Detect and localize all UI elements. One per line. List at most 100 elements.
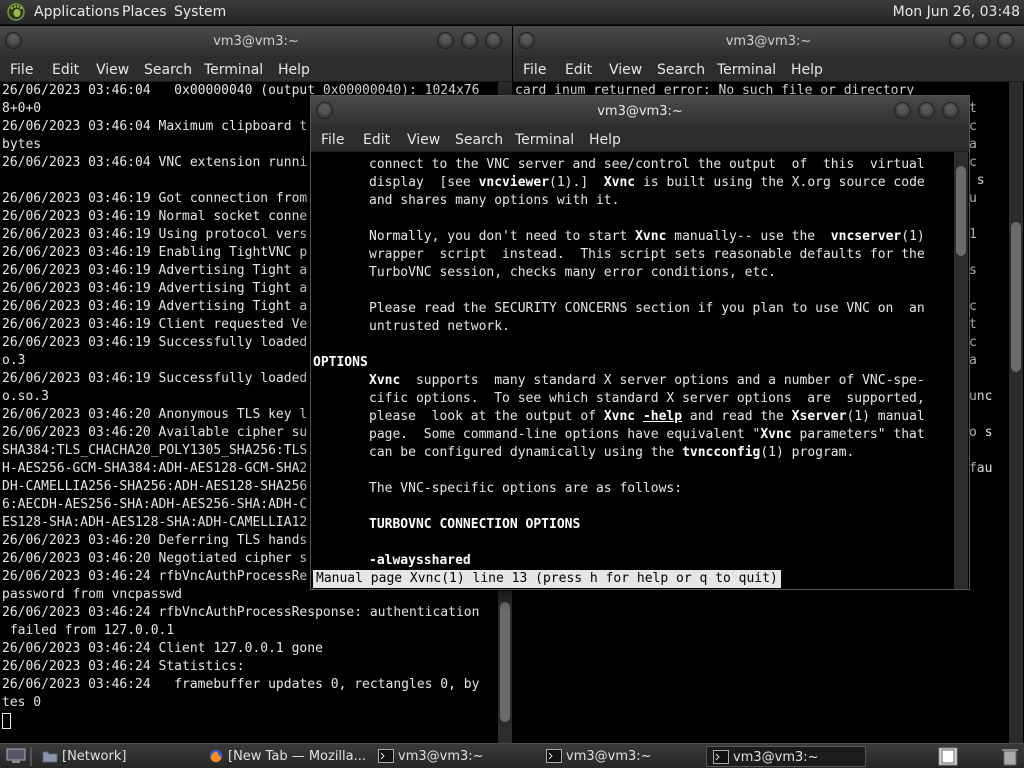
scrollbar[interactable] xyxy=(954,152,968,589)
terminal-line: and shares many options with it. xyxy=(369,193,620,208)
trash-icon[interactable] xyxy=(1000,747,1020,766)
maximize-button[interactable] xyxy=(973,32,990,49)
terminal-line: 26/06/2023 03:46:24 Statistics: xyxy=(2,659,245,674)
terminal-line: Please read the SECURITY CONCERNS sectio… xyxy=(369,301,925,316)
terminal-line: TURBOVNC CONNECTION OPTIONS xyxy=(369,517,581,532)
terminal-icon xyxy=(546,749,562,763)
show-desktop-icon[interactable] xyxy=(6,748,26,764)
taskbar-item-firefox[interactable]: [New Tab — Mozilla... xyxy=(202,746,372,767)
terminal-line: 26/06/2023 03:46:24 Client 127.0.0.1 gon… xyxy=(2,641,323,656)
menu-edit[interactable]: Edit xyxy=(363,132,390,148)
terminal-line: failed from 127.0.0.1 xyxy=(2,623,175,638)
clock[interactable]: Mon Jun 26, 03:48 xyxy=(893,4,1020,20)
scrollbar-thumb[interactable] xyxy=(1011,222,1021,372)
terminal-line: untrusted network. xyxy=(369,319,510,334)
menu-view[interactable]: View xyxy=(407,132,440,148)
taskbar-item-label: [Network] xyxy=(62,749,127,764)
terminal-line: 26/06/2023 03:46:24 rfbVncAuthProcessRes… xyxy=(2,605,480,620)
taskbar-item-terminal-1[interactable]: vm3@vm3:~ xyxy=(372,746,532,767)
terminal-line: please look at the output of Xvnc -help … xyxy=(369,409,925,424)
menu-terminal[interactable]: Terminal xyxy=(204,62,263,78)
man-page-content[interactable]: connect to the VNC server and see/contro… xyxy=(313,156,953,570)
pager-status-line: Manual page Xvnc(1) line 13 (press h for… xyxy=(313,570,781,588)
close-button[interactable] xyxy=(997,32,1014,49)
taskbar-item-terminal-3[interactable]: vm3@vm3:~ xyxy=(706,746,866,767)
terminal-line: TurboVNC session, checks many error cond… xyxy=(369,265,776,280)
menu-file[interactable]: File xyxy=(523,62,546,78)
menu-search[interactable]: Search xyxy=(455,132,503,148)
terminal-line: tes 0 xyxy=(2,695,42,710)
scrollbar[interactable] xyxy=(1009,82,1023,743)
menu-view[interactable]: View xyxy=(96,62,129,78)
menubar: File Edit View Search Terminal Help xyxy=(513,56,1024,82)
applications-menu[interactable]: Applications xyxy=(34,4,120,20)
close-button[interactable] xyxy=(485,32,502,49)
bottom-panel: [Network] [New Tab — Mozilla... vm3@vm3:… xyxy=(0,743,1024,768)
workspace-switcher-icon[interactable] xyxy=(938,747,958,766)
menu-terminal[interactable]: Terminal xyxy=(515,132,574,148)
terminal-line: display [see vncviewer(1).] Xvnc is buil… xyxy=(369,175,925,190)
maximize-button[interactable] xyxy=(918,102,935,119)
menu-help[interactable]: Help xyxy=(791,62,823,78)
minimize-button[interactable] xyxy=(437,32,454,49)
titlebar[interactable]: vm3@vm3:~ xyxy=(0,26,512,56)
menubar: File Edit View Search Terminal Help xyxy=(0,56,512,82)
menu-terminal[interactable]: Terminal xyxy=(717,62,776,78)
gnome-foot-icon[interactable] xyxy=(6,3,26,21)
menu-file[interactable]: File xyxy=(321,132,344,148)
places-menu[interactable]: Places xyxy=(122,4,167,20)
menu-search[interactable]: Search xyxy=(144,62,192,78)
window-title: vm3@vm3:~ xyxy=(725,34,812,49)
terminal-cursor xyxy=(2,713,11,729)
taskbar-item-label: vm3@vm3:~ xyxy=(398,749,484,764)
titlebar[interactable]: vm3@vm3:~ xyxy=(311,96,969,126)
menu-edit[interactable]: Edit xyxy=(565,62,592,78)
terminal-line: wrapper script instead. This script sets… xyxy=(369,247,925,262)
terminal-line: OPTIONS xyxy=(313,355,368,370)
terminal-icon xyxy=(378,749,394,763)
menu-help[interactable]: Help xyxy=(589,132,621,148)
close-button[interactable] xyxy=(942,102,959,119)
terminal-line: 26/06/2023 03:46:24 framebuffer updates … xyxy=(2,677,480,692)
terminal-line: connect to the VNC server and see/contro… xyxy=(369,157,925,172)
terminal-line: cific options. To see which standard X s… xyxy=(369,391,925,406)
minimize-button[interactable] xyxy=(949,32,966,49)
top-panel: Applications Places System Mon Jun 26, 0… xyxy=(0,0,1024,25)
titlebar[interactable]: vm3@vm3:~ xyxy=(513,26,1024,56)
window-title: vm3@vm3:~ xyxy=(597,104,683,119)
menu-edit[interactable]: Edit xyxy=(52,62,79,78)
terminal-line: page. Some command-line options have equ… xyxy=(369,427,925,442)
terminal-line: The VNC-specific options are as follows: xyxy=(369,481,683,496)
folder-icon xyxy=(42,751,58,763)
menu-search[interactable]: Search xyxy=(657,62,705,78)
terminal-line: can be configured dynamically using the … xyxy=(369,445,855,460)
separator xyxy=(30,747,32,766)
minimize-button[interactable] xyxy=(894,102,911,119)
taskbar-item-label: [New Tab — Mozilla... xyxy=(228,749,367,764)
terminal-line: Xvnc supports many standard X server opt… xyxy=(369,373,925,388)
terminal-window-man: vm3@vm3:~ File Edit View Search Terminal… xyxy=(311,96,969,589)
taskbar-item-label: vm3@vm3:~ xyxy=(733,750,819,765)
menu-file[interactable]: File xyxy=(10,62,33,78)
terminal-line: Normally, you don't need to start Xvnc m… xyxy=(369,229,925,244)
terminal-icon xyxy=(713,750,729,764)
terminal-line: -alwaysshared xyxy=(369,553,471,568)
taskbar-item-label: vm3@vm3:~ xyxy=(566,749,652,764)
window-title: vm3@vm3:~ xyxy=(213,34,299,49)
taskbar-item-network[interactable]: [Network] xyxy=(36,746,196,767)
taskbar-item-terminal-2[interactable]: vm3@vm3:~ xyxy=(540,746,700,767)
maximize-button[interactable] xyxy=(461,32,478,49)
menu-help[interactable]: Help xyxy=(278,62,310,78)
scrollbar-thumb[interactable] xyxy=(956,166,966,256)
system-menu[interactable]: System xyxy=(174,4,226,20)
menubar: File Edit View Search Terminal Help xyxy=(311,126,969,152)
menu-view[interactable]: View xyxy=(609,62,642,78)
scrollbar-thumb[interactable] xyxy=(500,602,510,722)
firefox-icon xyxy=(209,749,223,763)
